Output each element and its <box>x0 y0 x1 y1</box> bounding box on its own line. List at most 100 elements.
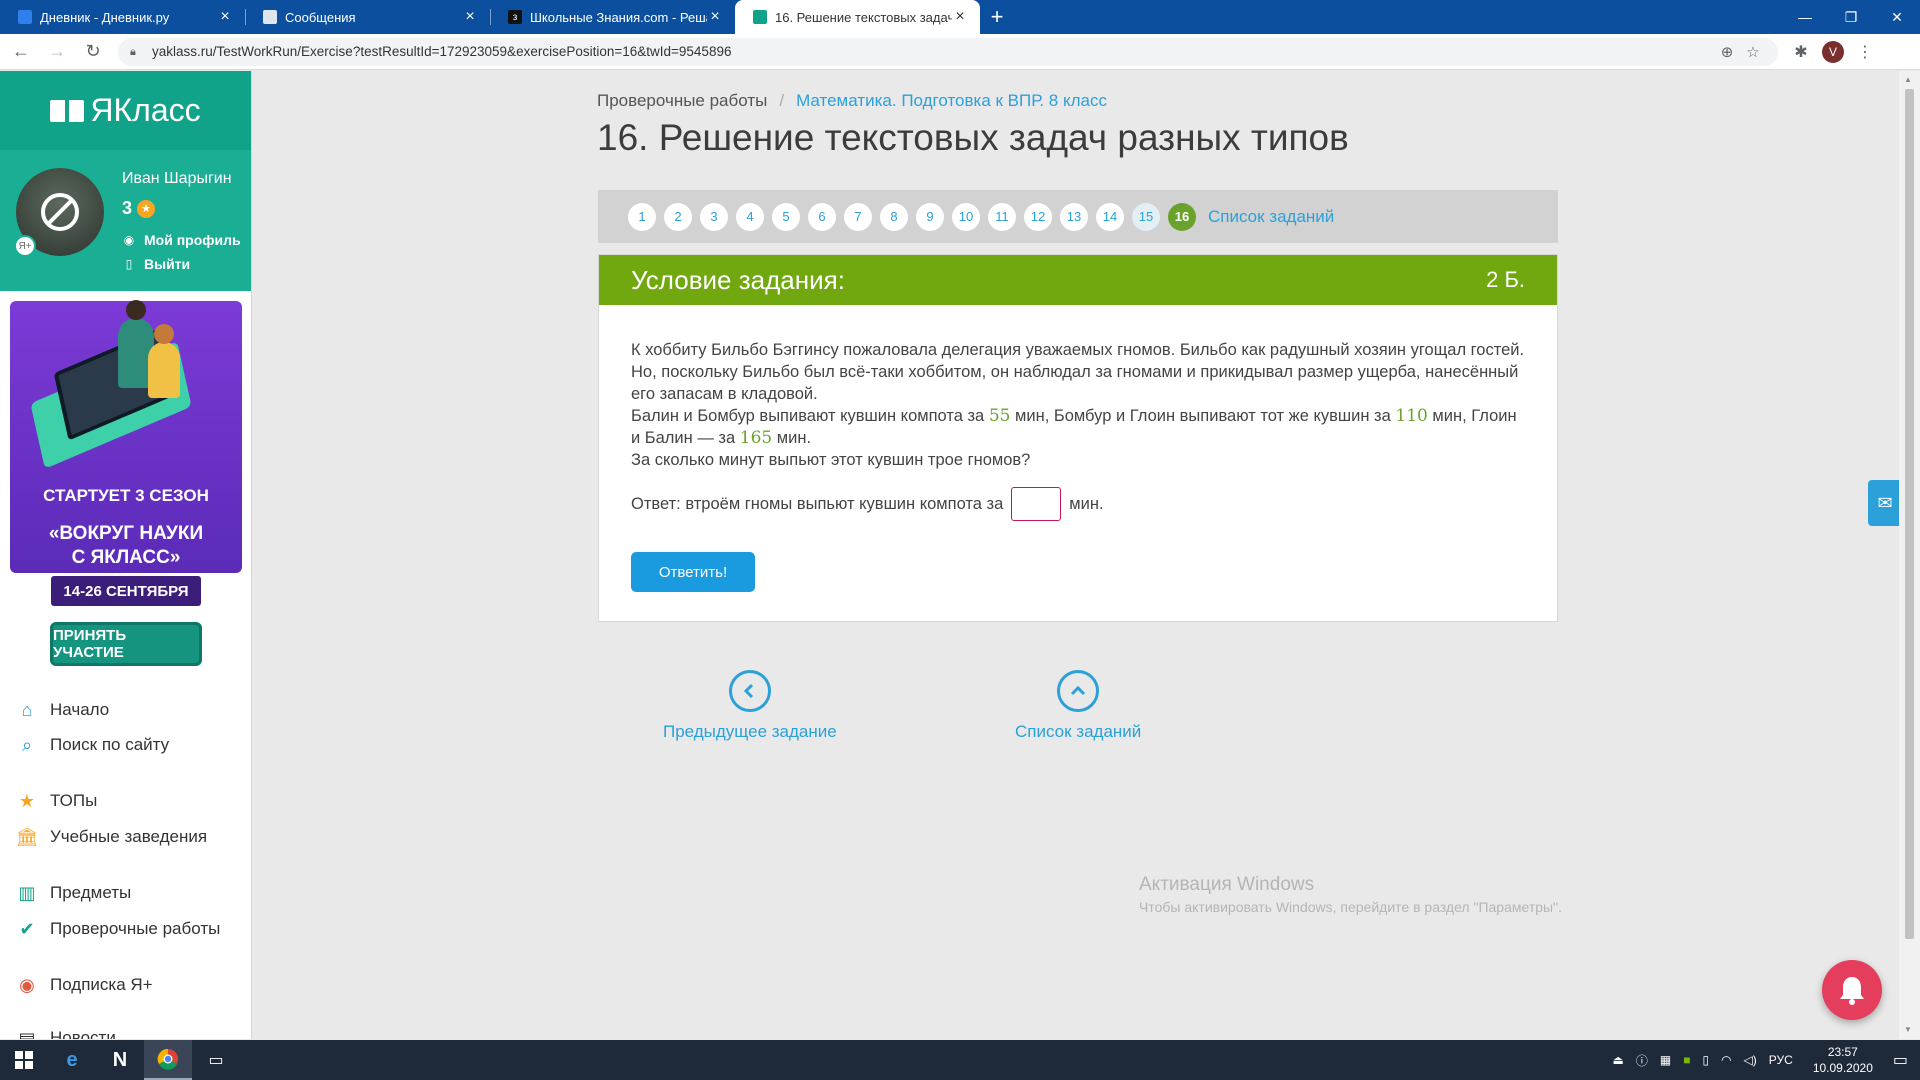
breadcrumb-item[interactable]: Математика. Подготовка к ВПР. 8 класс <box>796 91 1107 111</box>
new-tab-plus-icon[interactable]: + <box>980 0 1014 34</box>
minimize-icon[interactable]: — <box>1782 0 1828 34</box>
user-name[interactable]: Иван Шарыгин <box>122 170 232 188</box>
battery-icon[interactable]: ▯ <box>1702 1053 1709 1067</box>
close-icon[interactable]: × <box>217 9 233 25</box>
submit-answer-button[interactable]: Ответить! <box>631 552 755 592</box>
my-profile-link[interactable]: ◉ Мой профиль <box>122 232 241 248</box>
logo-text: ЯКласс <box>90 92 201 128</box>
sidebar-item-tests[interactable]: ✔ Проверочные работы <box>16 917 220 941</box>
sidebar-item-label: Подписка Я+ <box>50 975 153 994</box>
answer-prefix: Ответ: втроём гномы выпьют кувшин компот… <box>631 494 1004 513</box>
page-scrollbar[interactable]: ▲ ▼ <box>1899 71 1920 1039</box>
task-list-link[interactable]: Список заданий <box>1208 207 1334 227</box>
pager-item[interactable]: 1 <box>628 202 656 231</box>
forward-arrow-icon[interactable]: → <box>42 37 72 67</box>
bookmark-star-icon[interactable]: ☆ <box>1740 43 1766 61</box>
restore-icon[interactable]: ❐ <box>1828 0 1874 34</box>
close-icon[interactable]: × <box>462 9 478 25</box>
sidebar-item-label: Начало <box>50 700 110 719</box>
answer-suffix: мин. <box>1069 494 1104 513</box>
chrome-browser-icon[interactable] <box>144 1040 192 1080</box>
promo-participate-button[interactable]: ПРИНЯТЬ УЧАСТИЕ <box>50 622 202 666</box>
close-icon[interactable]: × <box>707 9 723 25</box>
pager-item[interactable]: 3 <box>700 202 728 231</box>
back-arrow-icon[interactable]: ← <box>6 37 36 67</box>
close-icon[interactable]: × <box>952 9 968 25</box>
task-list-nav[interactable]: Список заданий <box>1015 670 1141 742</box>
star-icon: ★ <box>137 199 156 218</box>
feedback-mail-icon[interactable]: ✉ <box>1868 480 1902 526</box>
browser-tab-yaklass[interactable]: 16. Решение текстовых задач р × <box>735 0 980 34</box>
pager-item-current[interactable]: 16 <box>1168 202 1196 231</box>
profile-avatar[interactable]: V <box>1822 40 1844 63</box>
usb-icon[interactable]: ⏏ <box>1613 1053 1624 1067</box>
volume-icon[interactable]: ◁) <box>1744 1053 1757 1067</box>
sidebar-item-search[interactable]: ⌕ Поиск по сайту <box>16 733 169 757</box>
pager-item[interactable]: 7 <box>844 202 872 231</box>
reload-icon[interactable]: ↻ <box>78 37 108 67</box>
browser-tab-dnevnik[interactable]: Дневник - Дневник.ру × <box>0 0 245 34</box>
edge-browser-icon[interactable]: e <box>48 1040 96 1080</box>
prev-task-nav[interactable]: Предыдущее задание <box>663 670 837 742</box>
sidebar-item-tops[interactable]: ★ ТОПы <box>16 789 97 813</box>
nvidia-icon[interactable]: ■ <box>1683 1053 1690 1067</box>
windows-taskbar: e N ▭ ⏏ ⓘ ▦ ■ ▯ ◠ ◁) РУС 23:57 10.09.202… <box>0 1040 1920 1080</box>
tab-title: 16. Решение текстовых задач р <box>775 9 952 25</box>
scroll-up-arrow-icon[interactable]: ▲ <box>1904 75 1912 84</box>
sidebar-item-label: Поиск по сайту <box>50 735 170 754</box>
sidebar-item-home[interactable]: ⌂ Начало <box>16 698 110 722</box>
znania-favicon-icon: з <box>508 10 522 24</box>
n-app-icon[interactable]: N <box>96 1040 144 1080</box>
breadcrumb-item[interactable]: Проверочные работы <box>597 91 767 111</box>
pager-item[interactable]: 15 <box>1132 202 1160 231</box>
menu-kebab-icon[interactable]: ⋮ <box>1850 42 1880 62</box>
task-number: 55 <box>988 406 1011 426</box>
breadcrumb: Проверочные работы / Математика. Подгото… <box>597 91 1107 111</box>
search-icon: ⌕ <box>21 734 33 755</box>
browser-tab-znania[interactable]: з Школьные Знания.com - Решае × <box>490 0 735 34</box>
tab-title: Школьные Знания.com - Решае <box>530 9 707 25</box>
task-text: мин, Бомбур и Глоин выпивают тот же кувш… <box>1010 407 1396 425</box>
pager-item[interactable]: 13 <box>1060 202 1088 231</box>
browser-toolbar: ✱ V ⋮ <box>1786 40 1880 63</box>
pager-item[interactable]: 5 <box>772 202 800 231</box>
logout-link[interactable]: ▯ Выйти <box>122 256 190 272</box>
answer-input[interactable] <box>1011 487 1062 521</box>
wifi-icon[interactable]: ◠ <box>1721 1053 1731 1067</box>
site-logo[interactable]: ЯКласс <box>0 71 251 150</box>
sidebar-item-institutions[interactable]: 🏛︎ Учебные заведения <box>16 825 208 849</box>
notification-bell-icon[interactable] <box>1822 960 1882 1020</box>
antivirus-icon[interactable]: ▦ <box>1660 1053 1671 1067</box>
sidebar-item-news[interactable]: ▤ Новости <box>16 1028 115 1039</box>
clock[interactable]: 23:57 10.09.2020 <box>1813 1044 1873 1076</box>
promo-line-1: СТАРТУЕТ 3 СЕЗОН <box>43 486 209 505</box>
extensions-puzzle-icon[interactable]: ✱ <box>1786 42 1816 62</box>
scrollbar-thumb[interactable] <box>1905 89 1914 939</box>
input-language[interactable]: РУС <box>1769 1053 1793 1067</box>
pager-item[interactable]: 2 <box>664 202 692 231</box>
pager-item[interactable]: 10 <box>952 202 980 231</box>
promo-line-3: С ЯКЛАСС» <box>71 547 181 568</box>
exercise-pager: 1 2 3 4 5 6 7 8 9 10 11 12 13 14 15 16 С… <box>598 190 1558 243</box>
pager-item[interactable]: 6 <box>808 202 836 231</box>
windows-start-icon[interactable] <box>0 1040 48 1080</box>
sidebar-item-subjects[interactable]: ▥ Предметы <box>16 881 131 905</box>
pager-item[interactable]: 4 <box>736 202 764 231</box>
scroll-down-arrow-icon[interactable]: ▼ <box>1904 1025 1912 1034</box>
browser-tab-messages[interactable]: Сообщения × <box>245 0 490 34</box>
pager-item[interactable]: 12 <box>1024 202 1052 231</box>
home-icon: ⌂ <box>21 699 33 720</box>
sidebar-item-subscription[interactable]: ◉ Подписка Я+ <box>16 973 153 997</box>
close-window-icon[interactable]: ✕ <box>1874 0 1920 34</box>
pager-item[interactable]: 11 <box>988 202 1016 231</box>
install-icon[interactable]: ⊕ <box>1714 43 1740 61</box>
url-omnibox[interactable]: 🔒︎ yaklass.ru/TestWorkRun/Exercise?testR… <box>118 37 1778 66</box>
info-icon[interactable]: ⓘ <box>1636 1052 1648 1069</box>
pager-item[interactable]: 14 <box>1096 202 1124 231</box>
url-text[interactable]: yaklass.ru/TestWorkRun/Exercise?testResu… <box>152 44 1714 59</box>
app-window-icon[interactable]: ▭ <box>192 1040 240 1080</box>
action-center-icon[interactable]: ▭ <box>1893 1050 1908 1070</box>
pager-item[interactable]: 8 <box>880 202 908 231</box>
pager-item[interactable]: 9 <box>916 202 944 231</box>
task-text: Балин и Бомбур выпивают кувшин компота з… <box>631 407 989 425</box>
